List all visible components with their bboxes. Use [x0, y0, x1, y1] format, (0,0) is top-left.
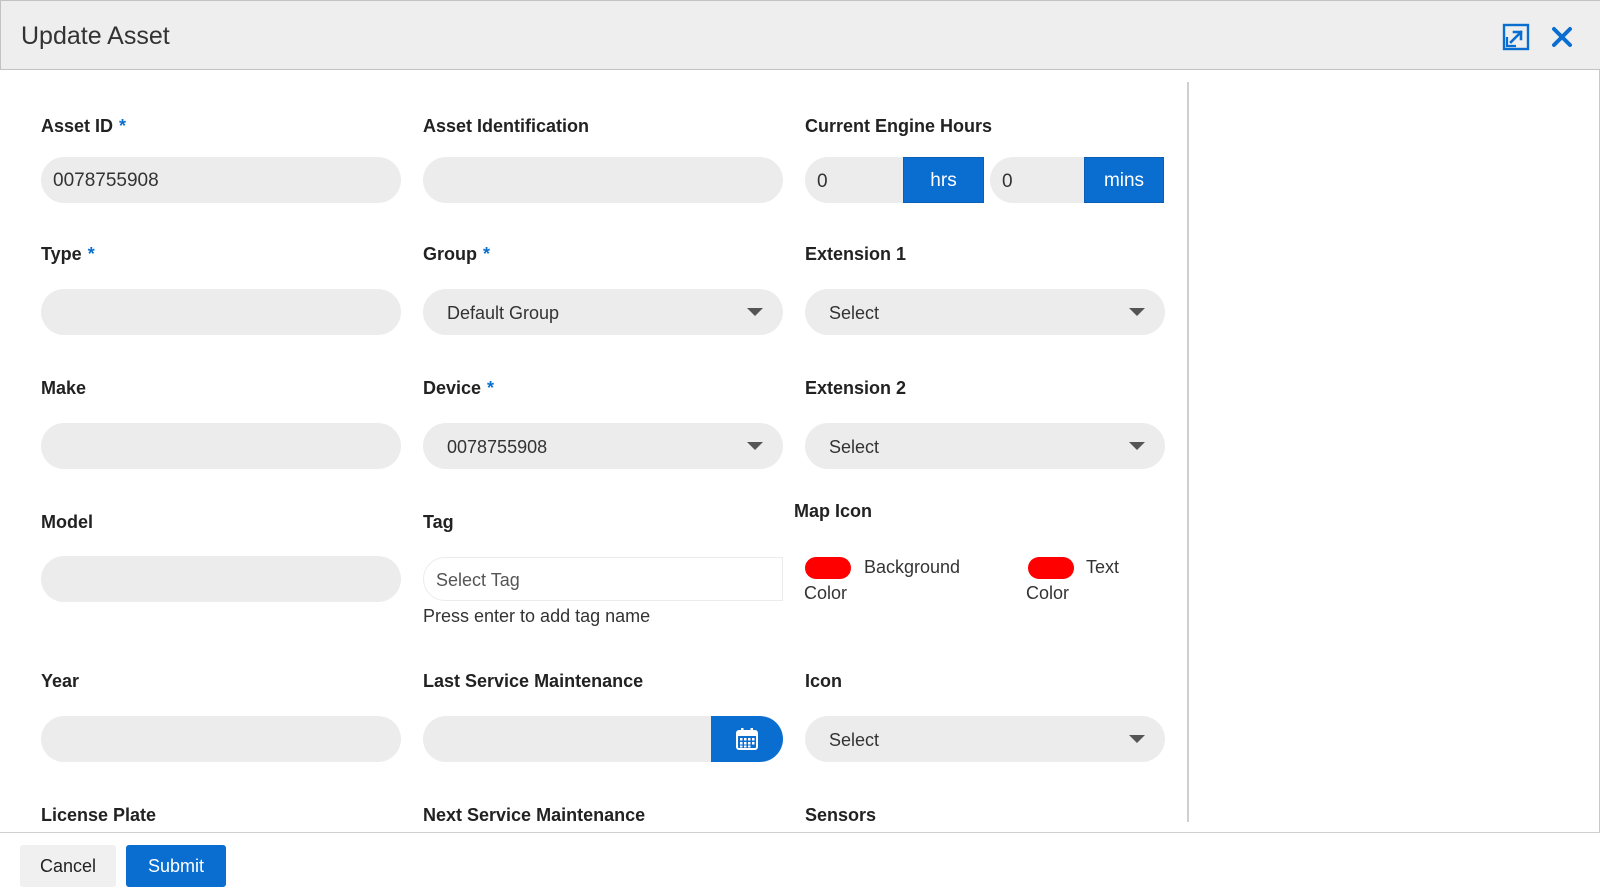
- extension2-select[interactable]: Select: [805, 423, 1165, 469]
- group-label: Group *: [423, 244, 491, 264]
- next-service-label: Next Service Maintenance: [423, 805, 646, 825]
- license-plate-label: License Plate: [41, 805, 157, 825]
- icon-label: Icon: [805, 671, 843, 691]
- tag-label: Tag: [423, 512, 454, 532]
- expand-icon[interactable]: [1502, 23, 1530, 51]
- text-color-label-2: Color: [1026, 583, 1070, 603]
- tag-hint: Press enter to add tag name: [423, 606, 651, 626]
- device-label: Device *: [423, 378, 495, 398]
- asset-id-label: Asset ID *: [41, 116, 127, 136]
- modal-title: Update Asset: [21, 22, 170, 50]
- chevron-down-icon: [747, 442, 763, 450]
- last-service-input[interactable]: [423, 716, 713, 762]
- calendar-icon: [736, 728, 758, 750]
- asset-identification-input[interactable]: [423, 157, 783, 203]
- make-input[interactable]: [41, 423, 401, 469]
- engine-mins-input[interactable]: 0: [990, 157, 1086, 203]
- tag-input[interactable]: Select Tag: [423, 557, 783, 601]
- text-color-label: Text: [1086, 557, 1120, 577]
- model-label: Model: [41, 512, 93, 532]
- model-input[interactable]: [41, 556, 401, 602]
- chevron-down-icon: [1129, 442, 1145, 450]
- asset-identification-label: Asset Identification: [423, 116, 590, 136]
- background-color-label-2: Color: [804, 583, 848, 603]
- cancel-button[interactable]: Cancel: [20, 845, 116, 887]
- chevron-down-icon: [1129, 735, 1145, 743]
- hours-unit-addon: hrs: [903, 157, 984, 203]
- engine-hours-input[interactable]: 0: [805, 157, 905, 203]
- year-input[interactable]: [41, 716, 401, 762]
- modal-footer: Cancel Submit: [0, 832, 1600, 895]
- map-icon-label: Map Icon: [794, 501, 873, 521]
- extension1-select[interactable]: Select: [805, 289, 1165, 335]
- text-color-swatch[interactable]: [1028, 557, 1074, 579]
- make-label: Make: [41, 378, 87, 398]
- asset-id-input[interactable]: 0078755908: [41, 157, 401, 203]
- last-service-date-picker: [423, 716, 783, 762]
- chevron-down-icon: [1129, 308, 1145, 316]
- chevron-down-icon: [747, 308, 763, 316]
- engine-hours-label: Current Engine Hours: [805, 116, 993, 136]
- background-color-swatch[interactable]: [805, 557, 851, 579]
- group-select[interactable]: Default Group: [423, 289, 783, 335]
- type-label: Type *: [41, 244, 95, 264]
- year-label: Year: [41, 671, 80, 691]
- update-asset-modal: Update Asset Asset ID * 0078755908 Asset …: [0, 0, 1600, 895]
- last-service-label: Last Service Maintenance: [423, 671, 644, 691]
- background-color-label: Background: [864, 557, 961, 577]
- column-divider: [1187, 82, 1189, 822]
- submit-button[interactable]: Submit: [126, 845, 226, 887]
- form-body: Asset ID * 0078755908 Asset Identificatio…: [0, 70, 1190, 832]
- modal-header: Update Asset: [0, 0, 1600, 70]
- sensors-label: Sensors: [805, 805, 877, 825]
- extension2-label: Extension 2: [805, 378, 907, 398]
- extension1-label: Extension 1: [805, 244, 907, 264]
- mins-unit-addon: mins: [1084, 157, 1164, 203]
- icon-select[interactable]: Select: [805, 716, 1165, 762]
- close-icon[interactable]: [1548, 23, 1576, 51]
- type-input[interactable]: [41, 289, 401, 335]
- calendar-button[interactable]: [711, 716, 783, 762]
- device-select[interactable]: 0078755908: [423, 423, 783, 469]
